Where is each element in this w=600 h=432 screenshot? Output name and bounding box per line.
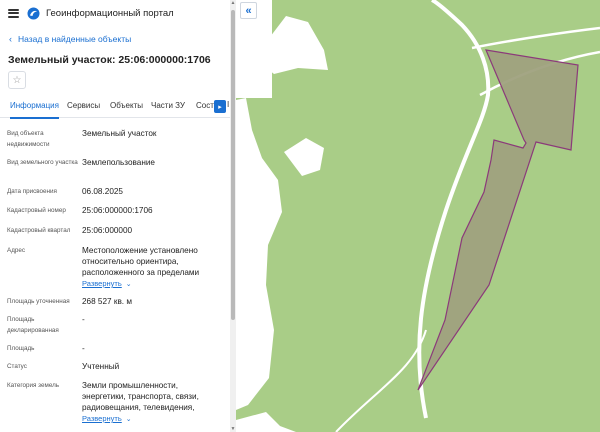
attribute-label: Площадь декларированная: [7, 316, 59, 334]
back-link[interactable]: ‹ Назад в найденные объекты: [9, 33, 236, 45]
chevron-down-icon: ⌄: [125, 416, 132, 423]
tab-parcel-parts[interactable]: Части ЗУ: [151, 96, 185, 118]
attribute-value: 25:06:000000: [82, 226, 133, 235]
tab-composition-clip: Состав: [196, 96, 214, 118]
map-open-area: [284, 138, 324, 176]
category-line: радиовещания, телевидения,: [82, 403, 195, 412]
address-line: расположенного за пределами: [82, 268, 200, 277]
attribute-label: Кадастровый квартал: [7, 227, 71, 234]
attribute-value: Учтенный: [82, 362, 120, 371]
attribute-value: Земельный участок: [82, 129, 157, 138]
tab-composition[interactable]: Состав: [196, 96, 214, 118]
address-expand-link[interactable]: Развернуть ⌄: [82, 278, 227, 290]
info-panel: Геоинформационный портал ‹ Назад в найде…: [0, 0, 236, 432]
attribute-value: 268 527 кв. м: [82, 297, 132, 306]
category-line: энергетики, транспорта, связи,: [82, 392, 199, 401]
attribute-label: Статус: [7, 363, 27, 370]
expand-label: Развернуть: [82, 414, 122, 423]
attribute-label: Площадь уточненная: [7, 298, 70, 305]
tab-services[interactable]: Сервисы: [67, 96, 100, 118]
address-line: относительно ориентира,: [82, 257, 179, 266]
tab-information[interactable]: Информация: [10, 96, 59, 119]
scrollbar-thumb[interactable]: [231, 10, 235, 320]
attribute-value: 06.08.2025: [82, 187, 123, 196]
tab-edge-glyph: I: [227, 100, 230, 109]
category-line: Земли промышленности,: [82, 381, 178, 390]
collapse-panel-button[interactable]: «: [240, 2, 257, 19]
attribute-label: Вид земельного участка: [7, 159, 78, 166]
attribute-value: Землепользование: [82, 158, 155, 167]
chevron-left-icon: ‹: [9, 33, 12, 44]
attribute-label: Площадь: [7, 345, 35, 352]
map-open-area: [236, 412, 296, 432]
favorite-button[interactable]: ☆: [8, 71, 26, 89]
attribute-label: Категория земель: [7, 382, 60, 389]
map-road: [335, 329, 427, 432]
attribute-label: Адрес: [7, 247, 26, 254]
back-link-label: Назад в найденные объекты: [18, 34, 132, 44]
address-line: Местоположение установлено: [82, 246, 198, 255]
attribute-label: Кадастровый номер: [7, 207, 66, 214]
page-title: Земельный участок: 25:06:000000:1706: [8, 54, 211, 66]
hamburger-icon[interactable]: [8, 8, 19, 18]
expand-label: Развернуть: [82, 279, 122, 288]
attribute-label: Вид объекта недвижимости: [7, 130, 50, 148]
map-view[interactable]: [236, 0, 600, 432]
attribute-label: Дата присвоения: [7, 188, 57, 195]
tab-bar: Информация Сервисы Объекты Части ЗУ Сост…: [0, 96, 230, 119]
portal-logo-icon: [27, 7, 40, 19]
top-bar: Геоинформационный портал: [0, 0, 236, 26]
app-title: Геоинформационный портал: [46, 7, 174, 19]
map-road: [471, 26, 600, 50]
double-chevron-left-icon: «: [245, 4, 252, 17]
attribute-value: Земли промышленности, энергетики, трансп…: [82, 380, 227, 425]
star-icon: ☆: [12, 74, 22, 86]
chevron-down-icon: ⌄: [125, 281, 132, 288]
map-canvas: [236, 0, 600, 432]
attribute-value: 25:06:000000:1706: [82, 206, 153, 215]
attribute-value: -: [82, 315, 85, 324]
attribute-value: Местоположение установлено относительно …: [82, 245, 227, 290]
attribute-value: -: [82, 344, 85, 353]
chevron-right-icon: ▸: [218, 103, 222, 111]
map-open-area: [236, 98, 282, 410]
tabs-scroll-right-button[interactable]: ▸: [214, 100, 226, 113]
tab-objects[interactable]: Объекты: [110, 96, 143, 118]
category-expand-link[interactable]: Развернуть ⌄: [82, 413, 227, 425]
